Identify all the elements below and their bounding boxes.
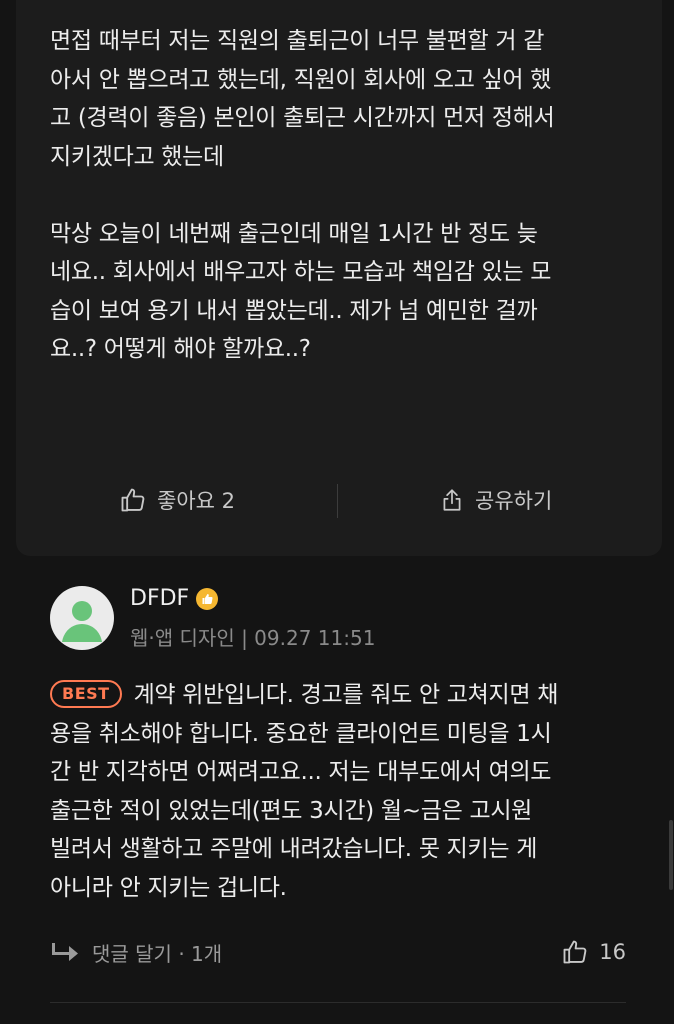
post-actions: 좋아요 2 공유하기 [16, 470, 662, 530]
avatar[interactable] [50, 586, 114, 650]
default-avatar-icon [62, 601, 102, 642]
comment-like-count: 16 [599, 940, 626, 964]
comment: DFDF 웹·앱 디자인 | 09.27 11:51 BEST 계약 위반입니다.… [18, 572, 628, 1024]
comment-divider [50, 1002, 626, 1003]
post-paragraph: 막상 오늘이 네번째 출근인데 매일 1시간 반 정도 늦 네요.. 회사에서 … [50, 220, 552, 363]
like-label: 좋아요 2 [157, 489, 235, 513]
like-button[interactable]: 좋아요 2 [119, 470, 235, 530]
share-label: 공유하기 [475, 489, 553, 513]
comment-like-button[interactable]: 16 [561, 934, 626, 970]
best-badge: BEST [50, 680, 122, 708]
scrollbar[interactable] [669, 820, 673, 890]
thumbs-up-icon [563, 940, 587, 964]
post-paragraph: 면접 때부터 저는 직원의 출퇴근이 너무 불편할 거 같 아서 안 뽑으려고 … [50, 28, 555, 170]
share-icon [443, 489, 461, 511]
comment-text: 계약 위반입니다. 경고를 줘도 안 고쳐지면 채 용을 취소해야 합니다. 중… [50, 682, 559, 901]
reply-button[interactable]: 댓글 달기 · 1개 [50, 938, 222, 967]
reply-label: 댓글 달기 · 1개 [92, 941, 223, 966]
share-button[interactable]: 공유하기 [439, 470, 552, 530]
comment-author[interactable]: DFDF [130, 586, 219, 611]
thumbs-up-badge-icon [195, 587, 219, 611]
reply-arrow-icon [52, 943, 78, 961]
author-name: DFDF [130, 586, 190, 611]
action-divider [337, 484, 338, 518]
post-body: 면접 때부터 저는 직원의 출퇴근이 너무 불편할 거 같 아서 안 뽑으려고 … [50, 22, 650, 369]
comment-meta: 웹·앱 디자인 | 09.27 11:51 [130, 626, 376, 650]
thumbs-up-icon [121, 488, 145, 512]
comment-footer: 댓글 달기 · 1개 16 [50, 934, 626, 970]
comment-body: BEST 계약 위반입니다. 경고를 줘도 안 고쳐지면 채 용을 취소해야 합니… [50, 676, 630, 907]
